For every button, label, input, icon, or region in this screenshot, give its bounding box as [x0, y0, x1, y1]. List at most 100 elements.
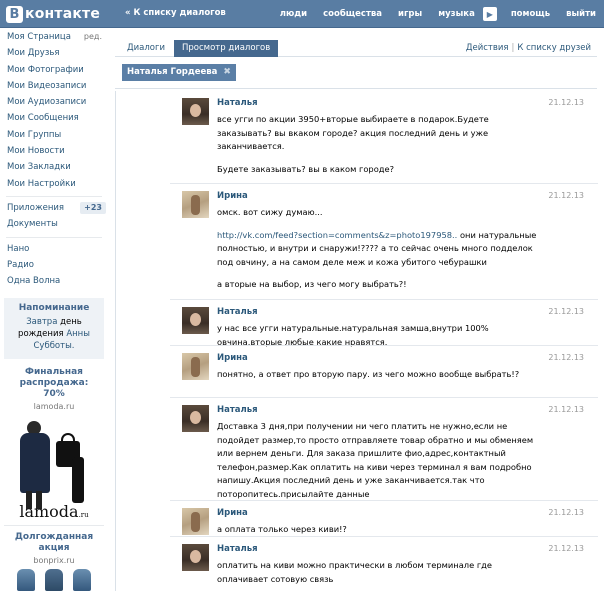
avatar[interactable]	[182, 353, 209, 380]
message-author[interactable]: Ирина	[217, 508, 248, 518]
sidebar-item-documents[interactable]: Документы	[0, 216, 108, 232]
back-to-dialogs-link[interactable]: « К списку диалогов	[125, 8, 226, 18]
message-author[interactable]: Наталья	[217, 405, 258, 415]
sidebar-item-friends[interactable]: Мои Друзья	[0, 45, 108, 61]
avatar[interactable]	[182, 405, 209, 432]
message-item: Наталья 21.12.13 Доставка 3 дня,при полу…	[170, 397, 598, 500]
coat-model-image	[14, 421, 54, 510]
message-paragraph: а вторые на выбор, из чего могу выбрать?…	[217, 279, 407, 289]
message-item: Ирина 21.12.13 понятно, а ответ про втор…	[170, 345, 598, 397]
message-paragraph: оплатить на киви можно практически в люб…	[217, 560, 493, 584]
reminder-person-link[interactable]: Анны	[66, 329, 90, 339]
message-date: 21.12.13	[548, 191, 584, 200]
sidebar: Моя Страница ред. Мои Друзья Мои Фотогра…	[0, 29, 108, 591]
vk-logo-icon: В	[6, 5, 23, 23]
vk-logo[interactable]: В контакте	[6, 5, 100, 23]
ad-image-lamoda[interactable]: lamoda.ru	[12, 417, 96, 521]
separator: |	[511, 43, 515, 53]
nav-help[interactable]: помощь	[503, 9, 558, 19]
avatar[interactable]	[182, 307, 209, 334]
message-date: 21.12.13	[548, 98, 584, 107]
message-paragraph: омск. вот сижу думаю...	[217, 207, 323, 217]
message-paragraph: а оплата только через киви!?	[217, 524, 347, 534]
reminder-day: день	[60, 317, 82, 328]
ad-domain: bonprix.ru	[33, 556, 75, 566]
reminder-person-surname[interactable]: Субботы.	[33, 341, 74, 351]
ad-lamoda[interactable]: Финальная распродажа: 70% lamoda.ru lamo…	[4, 367, 104, 527]
reminder-birthday: рождения	[18, 329, 64, 340]
message-link[interactable]: http://vk.com/feed?section=comments&z=ph…	[217, 230, 457, 240]
message-list: Наталья 21.12.13 все угги по акции 3950+…	[115, 91, 598, 591]
lamoda-logo-text: lamoda	[19, 502, 79, 522]
tab-view-dialogs[interactable]: Просмотр диалогов	[174, 40, 279, 57]
ad-image-bonprix[interactable]	[12, 569, 96, 591]
sidebar-item-audio[interactable]: Мои Аудиозаписи	[0, 94, 108, 110]
sidebar-item-groups[interactable]: Мои Группы	[0, 127, 108, 143]
ad-domain: lamoda.ru	[33, 402, 75, 412]
sidebar-item-apps[interactable]: Приложения +23	[0, 200, 108, 216]
sidebar-item-bookmarks[interactable]: Мои Закладки	[0, 159, 108, 175]
ad-title: Финальная распродажа: 70%	[4, 367, 104, 400]
message-text: Доставка 3 дня,при получении ни чего пла…	[217, 420, 537, 510]
boot-image	[72, 457, 84, 504]
ad-title-line: 70%	[43, 389, 65, 400]
divider	[6, 195, 102, 197]
avatar[interactable]	[182, 508, 209, 535]
sidebar-item-messages[interactable]: Мои Сообщения	[0, 110, 108, 126]
vk-logo-text: контакте	[25, 6, 101, 22]
reminder-tomorrow: Завтра	[26, 317, 58, 328]
sidebar-item-settings[interactable]: Мои Настройки	[0, 176, 108, 192]
close-icon[interactable]: ✖	[223, 64, 231, 81]
nav-music[interactable]: музыка	[430, 9, 483, 19]
top-nav: люди сообщества игры музыка ▶ помощь вый…	[272, 0, 604, 28]
message-date: 21.12.13	[548, 508, 584, 517]
message-author[interactable]: Наталья	[217, 98, 258, 108]
message-author[interactable]: Ирина	[217, 353, 248, 363]
friends-list-link[interactable]: К списку друзей	[517, 43, 591, 53]
nav-games[interactable]: игры	[390, 9, 430, 19]
message-author[interactable]: Ирина	[217, 191, 248, 201]
message-item: Ирина 21.12.13 омск. вот сижу думаю... h…	[170, 183, 598, 299]
sidebar-item-photos[interactable]: Мои Фотографии	[0, 62, 108, 78]
ad-title-line: акция	[38, 543, 70, 554]
message-item: Наталья 21.12.13 все угги по акции 3950+…	[170, 91, 598, 183]
avatar[interactable]	[182, 191, 209, 218]
message-paragraph: Будете заказывать? вы в каком городе?	[217, 163, 395, 174]
message-paragraph: Доставка 3 дня,при получении ни чего пла…	[217, 421, 534, 499]
edit-link[interactable]: ред.	[84, 29, 102, 45]
sidebar-item-label: Приложения	[7, 202, 65, 213]
sidebar-item-group-odna-volna[interactable]: Одна Волна	[0, 273, 108, 289]
sidebar-item-news[interactable]: Мои Новости	[0, 143, 108, 159]
tab-dialogs[interactable]: Диалоги	[127, 40, 165, 57]
message-paragraph: все угги по акции 3950+вторые выбираете …	[217, 114, 489, 151]
sidebar-item-my-page[interactable]: Моя Страница ред.	[0, 29, 108, 45]
message-item: Наталья 21.12.13 оплатить на киви можно …	[170, 536, 598, 591]
sidebar-item-label: Моя Страница	[7, 32, 71, 42]
avatar[interactable]	[182, 98, 209, 125]
ad-bonprix[interactable]: Долгожданная акция bonprix.ru	[4, 532, 104, 591]
sidebar-item-group-nano[interactable]: Нано	[0, 241, 108, 257]
message-author[interactable]: Наталья	[217, 307, 258, 317]
reminder-text: Завтра день рождения Анны Субботы.	[7, 316, 101, 352]
participant-filter-chip[interactable]: Наталья Гордеева ✖	[122, 64, 236, 81]
reminder-title: Напоминание	[18, 303, 90, 314]
message-date: 21.12.13	[548, 405, 584, 414]
nav-people[interactable]: люди	[272, 9, 315, 19]
actions-link[interactable]: Действия	[466, 43, 509, 53]
avatar[interactable]	[182, 544, 209, 571]
play-arrow-icon[interactable]: ▶	[482, 7, 497, 21]
birthday-reminder: Напоминание Завтра день рождения Анны Су…	[4, 298, 104, 360]
message-author[interactable]: Наталья	[217, 544, 258, 554]
tabs-bar: Диалоги Просмотр диалогов Действия | К спи…	[115, 38, 597, 57]
nav-communities[interactable]: сообщества	[315, 9, 390, 19]
sidebar-item-group-radio[interactable]: Радио	[0, 257, 108, 273]
message-paragraph: http://vk.com/feed?section=comments&z=ph…	[217, 229, 537, 270]
top-bar: В контакте « К списку диалогов люди сооб…	[0, 0, 604, 28]
nav-logout[interactable]: выйти	[558, 9, 604, 19]
message-text: оплатить на киви можно практически в люб…	[217, 559, 537, 591]
ad-title: Долгожданная акция	[4, 532, 104, 554]
lamoda-logo-suffix: .ru	[78, 511, 89, 520]
sidebar-item-videos[interactable]: Мои Видеозаписи	[0, 78, 108, 94]
message-text: все угги по акции 3950+вторые выбираете …	[217, 113, 537, 185]
message-date: 21.12.13	[548, 307, 584, 316]
